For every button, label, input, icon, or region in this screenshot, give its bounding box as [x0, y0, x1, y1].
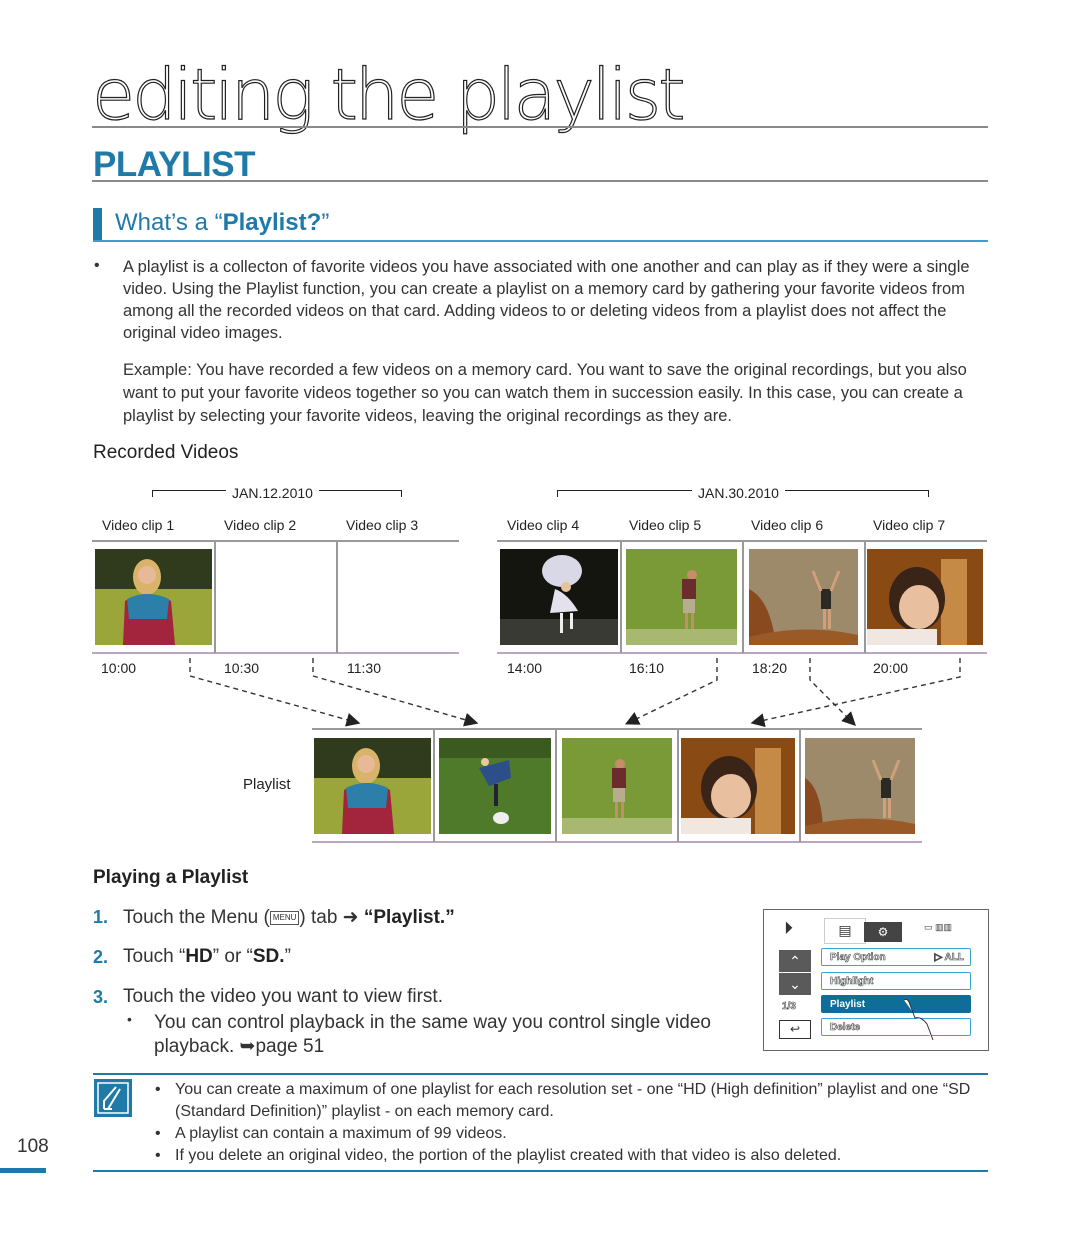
note-item: If you delete an original video, the por… — [175, 1147, 842, 1164]
arrow-clip2-to-playlist2 — [312, 658, 479, 727]
step-2-close: ” — [284, 946, 291, 967]
menu-item-play-option[interactable]: Play Option ▷ ALL — [821, 948, 971, 966]
page-number: 108 — [17, 1136, 49, 1157]
note-item: You can create a maximum of one playlist… — [175, 1081, 971, 1120]
step-2: Touch “HD” or “SD.” — [123, 946, 291, 968]
arrow-clip6-to-playlist5 — [809, 658, 856, 726]
settings-tab[interactable]: ⚙ — [864, 922, 902, 942]
return-icon: ↩ — [789, 1022, 801, 1036]
note-rule-top — [93, 1073, 988, 1075]
menu-item-label: Play Option — [830, 952, 886, 964]
playlist-thumbnail-hiker-on-rock — [805, 738, 915, 834]
step-3-sub-bullet: You can control playback in the same way… — [154, 1012, 711, 1057]
note-item: A playlist can contain a maximum of 99 v… — [175, 1125, 507, 1142]
page-indicator: 1/3 — [782, 1001, 797, 1013]
step-2-hd: HD — [185, 946, 213, 967]
page-number-bar — [0, 1168, 46, 1173]
step-3: Touch the video you want to view first. — [123, 986, 443, 1007]
menu-item-delete[interactable]: Delete — [821, 1018, 971, 1036]
back-button[interactable]: ↩ — [779, 1020, 811, 1039]
step-1-arrow: ) tab ➜ — [299, 907, 364, 928]
bullet-icon: • — [155, 1147, 161, 1164]
playlist-divider — [555, 728, 557, 842]
playlist-thumbnail-golfer — [562, 738, 672, 834]
step-2-sd: SD. — [252, 946, 285, 967]
chevron-up-icon: ⌃ — [789, 953, 801, 969]
step-number: 1. — [93, 907, 109, 927]
menu-item-playlist[interactable]: Playlist — [821, 995, 971, 1013]
playlist-rule-bottom — [312, 841, 922, 843]
chevron-down-icon: ⌄ — [789, 976, 801, 992]
playlist-thumbnail-woman-jogging — [314, 738, 431, 834]
menu-item-label: Playlist — [830, 999, 866, 1010]
playlist-divider — [799, 728, 801, 842]
battery-card-status-icon: ▭ ▥▥ — [924, 922, 953, 932]
playlist-rule-top — [312, 728, 922, 730]
step-2-or: ” or “ — [212, 946, 253, 967]
note-icon — [94, 1079, 132, 1117]
step-1: Touch the Menu (MENU) tab ➜ “Playlist.” — [123, 906, 455, 929]
playlist-divider — [433, 728, 435, 842]
camera-menu-screen: ⏵ ▤ ⚙ ▭ ▥▥ ⌃ ⌄ 1/3 ↩ Play Option ▷ ALL Hi… — [763, 909, 989, 1051]
bullet-icon: • — [127, 1011, 132, 1027]
playlist-thumbnail-smiling-woman — [681, 738, 795, 834]
arrow-clip1-to-playlist1 — [189, 658, 361, 727]
scroll-up-button[interactable]: ⌃ — [779, 950, 811, 972]
playlist-thumbnail-man-with-dog — [439, 738, 551, 834]
playlist-row-label: Playlist — [243, 776, 291, 793]
playlist-divider — [677, 728, 679, 842]
menu-tab[interactable]: ▤ — [824, 918, 866, 944]
menu-list-icon: ▤ — [838, 922, 852, 938]
note-rule-bottom — [93, 1170, 988, 1172]
menu-item-label: Highlight — [830, 976, 874, 988]
gear-icon: ⚙ — [877, 925, 889, 939]
step-1-text: Touch the Menu ( — [123, 907, 270, 928]
scroll-down-button[interactable]: ⌄ — [779, 973, 811, 995]
touch-hand-icon — [903, 998, 934, 1041]
step-number: 2. — [93, 947, 109, 967]
playback-mode-icon: ⏵ — [784, 918, 793, 938]
menu-key-icon: MENU — [269, 910, 300, 925]
arrow-clip7-to-playlist4 — [750, 658, 961, 728]
step-2-text: Touch “ — [123, 946, 186, 967]
bullet-icon: • — [155, 1125, 161, 1142]
playing-heading: Playing a Playlist — [93, 867, 249, 888]
menu-item-value: ▷ ALL — [934, 952, 964, 964]
bullet-icon: • — [155, 1081, 161, 1098]
step-number: 3. — [93, 987, 109, 1007]
step-1-bold: “Playlist.” — [363, 907, 455, 928]
arrow-clip5-to-playlist3 — [624, 658, 718, 725]
menu-item-label: Delete — [830, 1022, 861, 1034]
menu-item-highlight[interactable]: Highlight — [821, 972, 971, 990]
